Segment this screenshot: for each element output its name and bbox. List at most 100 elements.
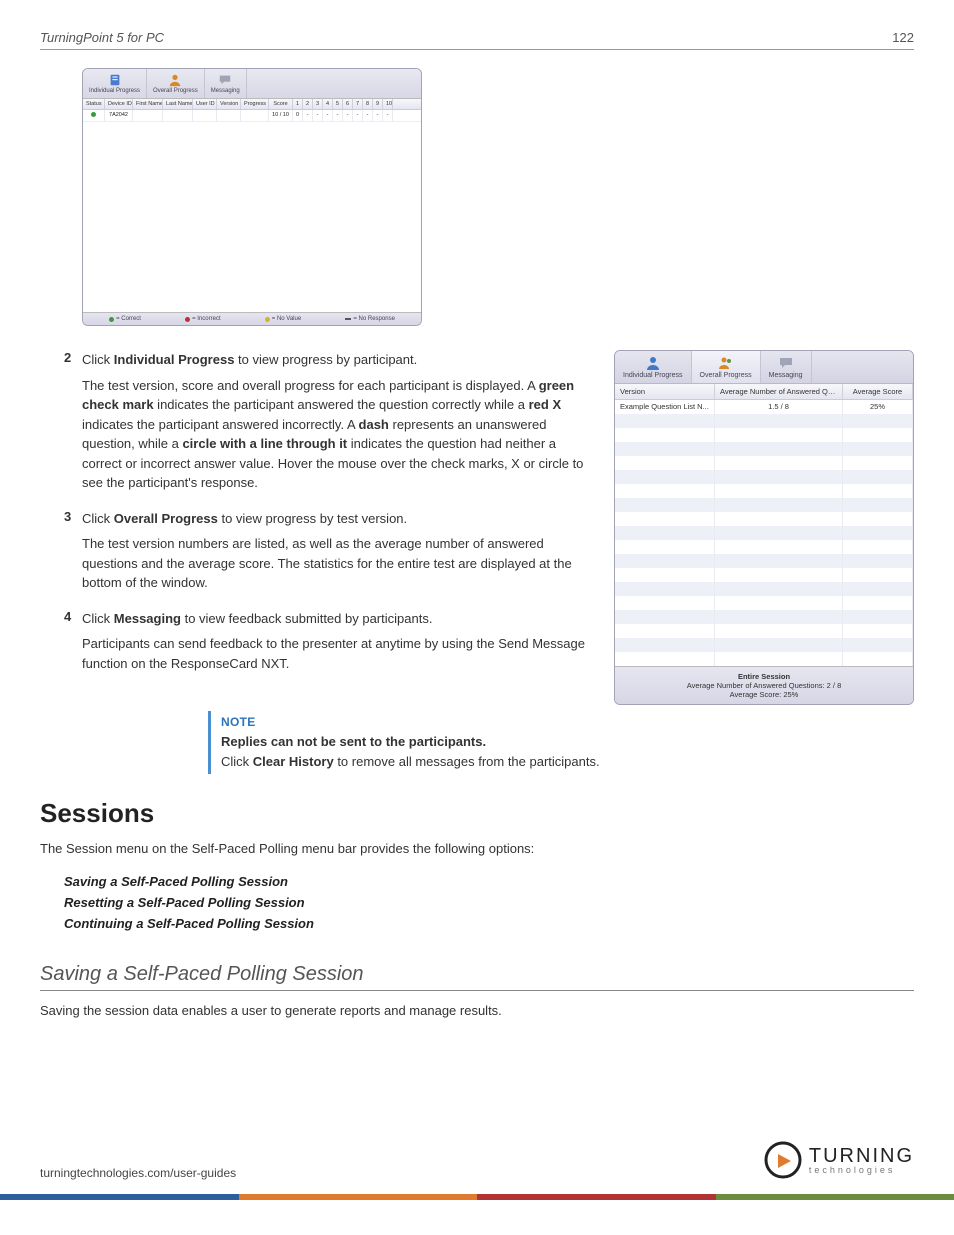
brand-name: TURNING	[809, 1146, 914, 1166]
saving-subheading: Saving a Self-Paced Polling Session	[40, 963, 914, 991]
col-avgq: Average Number of Answered Questions	[715, 384, 843, 399]
q3-cell: -	[313, 110, 323, 121]
table-row: Example Question List N... 1.5 / 8 25%	[615, 400, 913, 414]
table-row	[615, 498, 913, 512]
page-number: 122	[892, 30, 914, 45]
q9-cell: -	[373, 110, 383, 121]
last-cell	[163, 110, 193, 121]
q5-cell: -	[333, 110, 343, 121]
steps-list: 2 Click Individual Progress to view prog…	[64, 350, 596, 679]
speech-bubble-icon	[218, 73, 232, 87]
viewer1-empty-area	[83, 122, 421, 312]
table-row	[615, 568, 913, 582]
device-cell: 7A2042	[105, 110, 133, 121]
col-avgs: Average Score	[843, 384, 913, 399]
note-bold-text: Replies can not be sent to the participa…	[221, 732, 904, 752]
table-row	[615, 652, 913, 666]
overall-progress-window: Individual Progress Overall Progress Mes…	[614, 350, 914, 705]
sessions-link-list: Saving a Self-Paced Polling Session Rese…	[64, 872, 914, 934]
user-cell	[193, 110, 217, 121]
table-row	[615, 596, 913, 610]
version-cell	[217, 110, 241, 121]
table-row	[615, 442, 913, 456]
step-3: 3 Click Overall Progress to view progres…	[64, 509, 596, 599]
sessions-intro: The Session menu on the Self-Paced Polli…	[40, 839, 914, 859]
tab-individual-progress[interactable]: Individual Progress	[615, 351, 692, 383]
col-last: Last Name	[163, 99, 193, 109]
table-row	[615, 484, 913, 498]
col-q10: 10	[383, 99, 393, 109]
col-q2: 2	[303, 99, 313, 109]
table-row	[615, 582, 913, 596]
progress-cell	[241, 110, 269, 121]
viewer2-rows: Example Question List N... 1.5 / 8 25%	[615, 400, 913, 666]
footer-line2: Average Score: 25%	[730, 690, 799, 699]
note-box: NOTE Replies can not be sent to the part…	[208, 711, 914, 774]
table-row	[615, 428, 913, 442]
bottom-stripe	[0, 1194, 954, 1200]
col-q4: 4	[323, 99, 333, 109]
col-version: Version	[615, 384, 715, 399]
cell-version: Example Question List N...	[615, 400, 715, 414]
footer-link[interactable]: turningtechnologies.com/user-guides	[40, 1166, 236, 1180]
viewer2-header-row: Version Average Number of Answered Quest…	[615, 384, 913, 400]
clipboard-icon	[108, 73, 122, 87]
viewer1-header-row: Status Device ID First Name Last Name Us…	[83, 99, 421, 110]
tab-overall-progress[interactable]: Overall Progress	[692, 351, 761, 383]
brand-logo: TURNING technologies	[763, 1140, 914, 1180]
link-continuing[interactable]: Continuing a Self-Paced Polling Session	[64, 914, 914, 935]
viewer2-tabbar: Individual Progress Overall Progress Mes…	[615, 351, 913, 384]
tab-label: Messaging	[769, 372, 803, 379]
q8-cell: -	[363, 110, 373, 121]
person-icon	[168, 73, 182, 87]
table-row	[615, 624, 913, 638]
legend-correct: = Correct	[109, 316, 141, 322]
brand-sub: technologies	[809, 1166, 914, 1175]
individual-progress-window: Individual Progress Overall Progress Mes…	[82, 68, 422, 326]
col-q7: 7	[353, 99, 363, 109]
circle-slash-icon	[265, 317, 270, 322]
tab-label: Overall Progress	[153, 88, 198, 94]
col-q6: 6	[343, 99, 353, 109]
step-number: 4	[64, 609, 82, 680]
tab-messaging[interactable]: Messaging	[205, 69, 247, 98]
q7-cell: -	[353, 110, 363, 121]
doc-title: TurningPoint 5 for PC	[40, 30, 164, 45]
score-cell: 10 / 10	[269, 110, 293, 121]
step-number: 3	[64, 509, 82, 599]
step-number: 2	[64, 350, 82, 499]
dash-icon	[345, 318, 351, 320]
step-4: 4 Click Messaging to view feedback submi…	[64, 609, 596, 680]
col-device: Device ID	[105, 99, 133, 109]
x-icon	[185, 317, 190, 322]
table-row	[615, 470, 913, 484]
col-q5: 5	[333, 99, 343, 109]
table-row	[615, 610, 913, 624]
col-progress: Progress	[241, 99, 269, 109]
link-resetting[interactable]: Resetting a Self-Paced Polling Session	[64, 893, 914, 914]
col-user: User ID	[193, 99, 217, 109]
table-row	[615, 638, 913, 652]
viewer1-data-row: 7A2042 10 / 10 0 - - - - - - - - -	[83, 110, 421, 122]
first-cell	[133, 110, 163, 121]
tab-messaging[interactable]: Messaging	[761, 351, 812, 383]
tab-label: Overall Progress	[700, 372, 752, 379]
speech-bubble-icon	[778, 355, 794, 371]
col-version: Version	[217, 99, 241, 109]
tab-overall-progress[interactable]: Overall Progress	[147, 69, 205, 98]
q2-cell: -	[303, 110, 313, 121]
page-header: TurningPoint 5 for PC 122	[40, 30, 914, 50]
step-2: 2 Click Individual Progress to view prog…	[64, 350, 596, 499]
table-row	[615, 414, 913, 428]
table-row	[615, 554, 913, 568]
status-cell	[83, 110, 105, 121]
turning-logo-icon	[763, 1140, 803, 1180]
legend-novalue: = No Value	[265, 316, 301, 322]
cell-avgs: 25%	[843, 400, 913, 414]
q1-cell: 0	[293, 110, 303, 121]
table-row	[615, 526, 913, 540]
tab-individual-progress[interactable]: Individual Progress	[83, 69, 147, 98]
link-saving[interactable]: Saving a Self-Paced Polling Session	[64, 872, 914, 893]
legend-incorrect: = Incorrect	[185, 316, 221, 322]
note-title: NOTE	[221, 713, 904, 732]
